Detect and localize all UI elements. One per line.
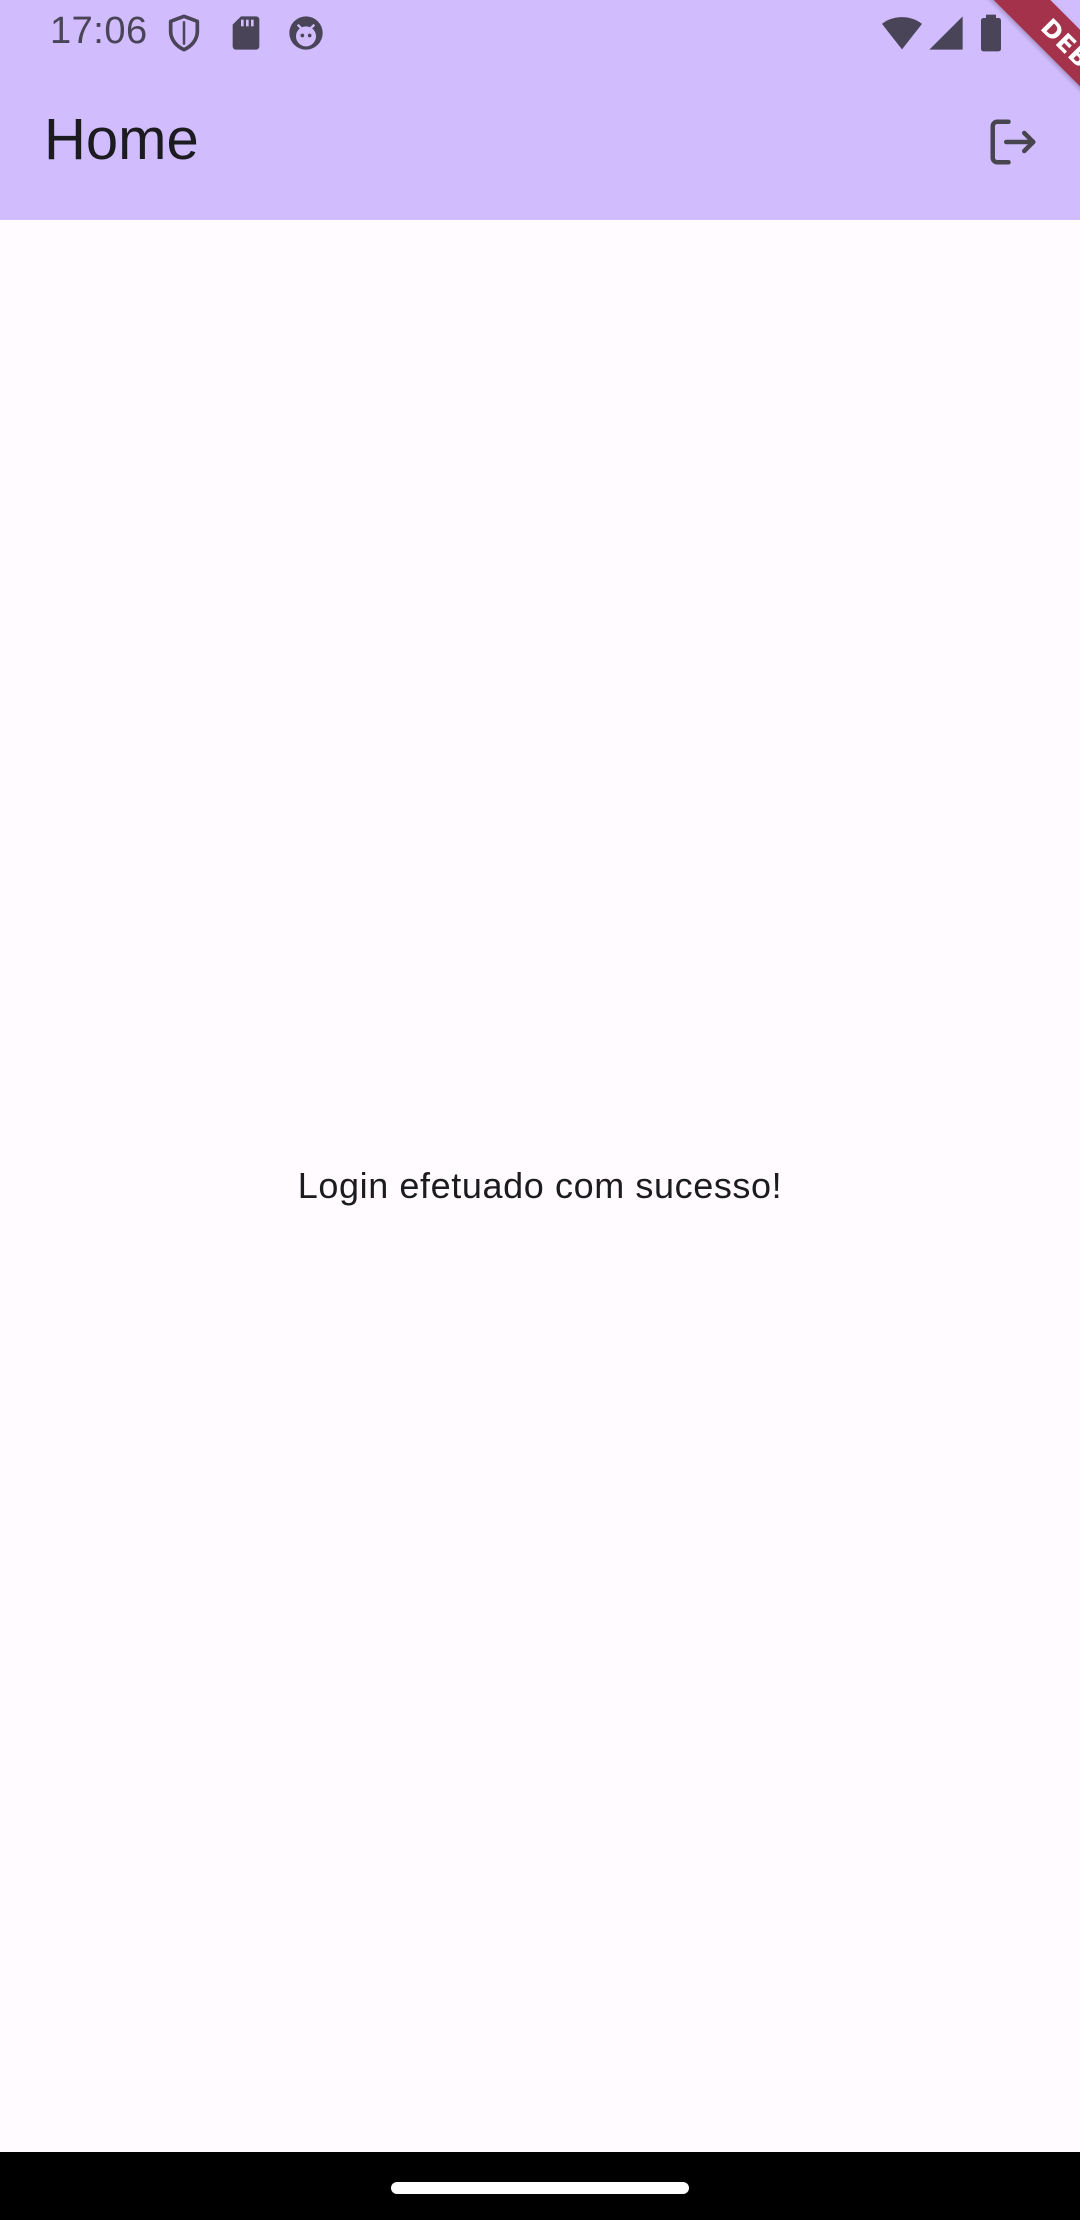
wifi-icon (880, 13, 922, 53)
cell-signal-icon (926, 13, 966, 53)
android-face-icon (286, 13, 326, 53)
status-time: 17:06 (50, 10, 148, 52)
battery-icon (976, 13, 1016, 53)
app-bar: 17:06 Home (0, 0, 1080, 220)
page-title: Home (44, 107, 199, 172)
shield-icon (164, 13, 204, 53)
sd-card-icon (226, 13, 266, 53)
success-message: Login efetuado com sucesso! (297, 1165, 783, 1206)
status-bar: 17:06 (0, 0, 1080, 66)
home-indicator[interactable] (391, 2182, 689, 2194)
main-content: Login efetuado com sucesso! (0, 220, 1080, 2152)
logout-icon (986, 115, 1040, 174)
logout-button[interactable] (973, 104, 1053, 184)
